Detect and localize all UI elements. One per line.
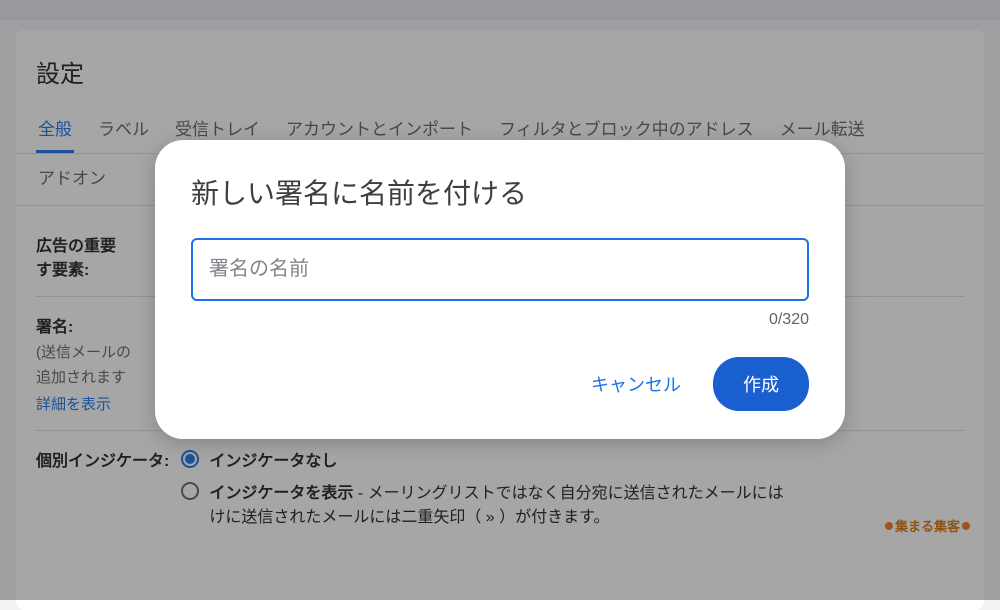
new-signature-dialog: 新しい署名に名前を付ける 0/320 キャンセル 作成: [155, 140, 845, 439]
dialog-title: 新しい署名に名前を付ける: [191, 172, 809, 212]
create-button[interactable]: 作成: [713, 357, 809, 411]
cancel-button[interactable]: キャンセル: [577, 361, 695, 407]
dialog-actions: キャンセル 作成: [191, 357, 809, 411]
char-count: 0/320: [191, 311, 809, 329]
modal-overlay[interactable]: 新しい署名に名前を付ける 0/320 キャンセル 作成: [0, 0, 1000, 600]
signature-name-input[interactable]: [191, 238, 809, 301]
